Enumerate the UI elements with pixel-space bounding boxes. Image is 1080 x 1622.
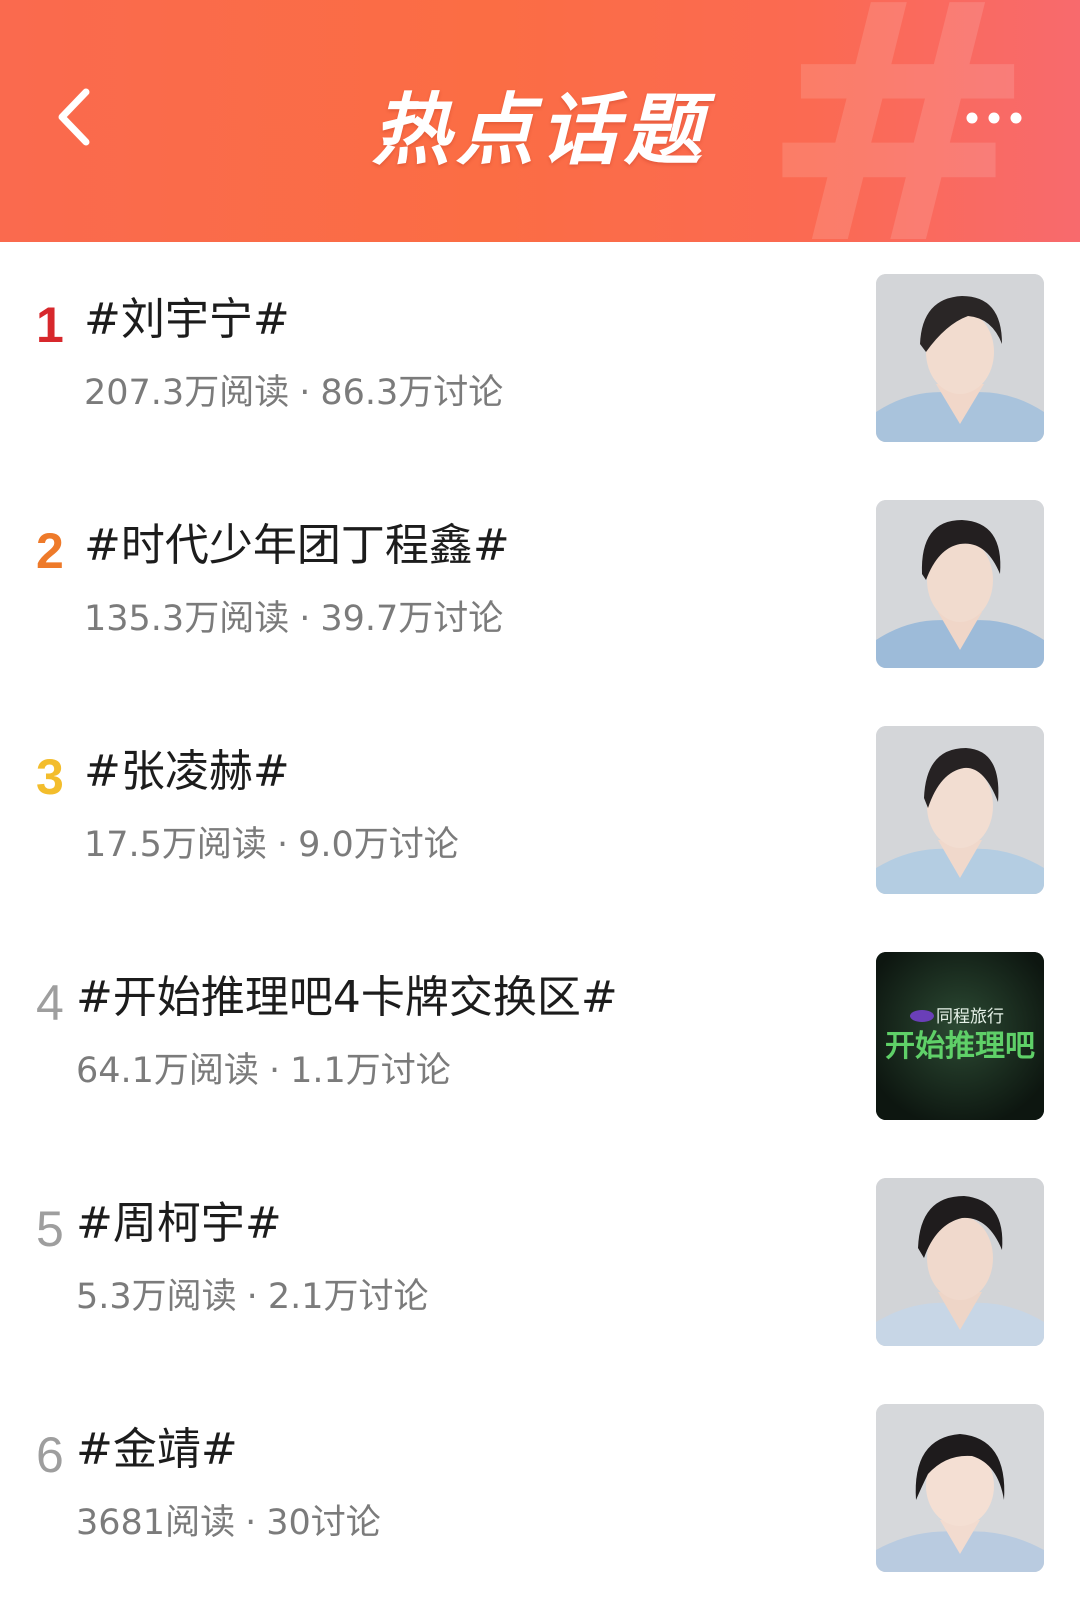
discussion-count: 9.0万讨论 [298,825,459,865]
topic-thumbnail[interactable] [876,726,1044,894]
list-item[interactable]: 6 #金靖# 3681阅读 · 30讨论 [0,1372,1080,1606]
list-item[interactable]: 3 #张凌赫# 17.5万阅读 · 9.0万讨论 [0,694,1080,928]
brand-logo-icon [910,1010,934,1022]
portrait-image [876,500,1044,668]
header-bar: # 热点话题 [0,0,1080,242]
rank-number: 1 [36,297,64,353]
portrait-image [876,1178,1044,1346]
rank-number: 6 [36,1427,64,1483]
topic-stats: 135.3万阅读 · 39.7万讨论 [84,600,503,639]
topic-title[interactable]: #金靖# [76,1425,238,1474]
read-count: 5.3万阅读 [76,1277,237,1317]
show-poster-image: 同程旅行 开始推理吧 [876,952,1044,1120]
separator: · [299,373,311,413]
show-title-text: 开始推理吧 [885,1029,1035,1064]
topic-stats: 17.5万阅读 · 9.0万讨论 [84,826,459,865]
portrait-image [876,726,1044,894]
read-count: 135.3万阅读 [84,599,290,639]
topic-stats: 64.1万阅读 · 1.1万讨论 [76,1052,451,1091]
more-horizontal-icon [966,112,1022,124]
list-item[interactable]: 5 #周柯宇# 5.3万阅读 · 2.1万讨论 [0,1146,1080,1380]
list-item[interactable]: 1 #刘宇宁# 207.3万阅读 · 86.3万讨论 [0,242,1080,476]
topic-thumbnail[interactable] [876,500,1044,668]
portrait-image [876,274,1044,442]
discussion-count: 1.1万讨论 [290,1051,451,1091]
separator: · [245,1503,257,1543]
topic-title[interactable]: #刘宇宁# [84,295,290,344]
read-count: 207.3万阅读 [84,373,290,413]
portrait-image [876,1404,1044,1572]
separator: · [276,825,289,865]
separator: · [299,599,311,639]
topic-title[interactable]: #开始推理吧4卡牌交换区# [76,973,618,1022]
topic-thumbnail[interactable] [876,1178,1044,1346]
topic-thumbnail[interactable] [876,274,1044,442]
topic-stats: 3681阅读 · 30讨论 [76,1504,381,1543]
more-button[interactable] [960,96,1040,140]
topic-title[interactable]: #周柯宇# [76,1199,282,1248]
read-count: 3681阅读 [76,1503,236,1543]
discussion-count: 2.1万讨论 [267,1277,429,1317]
topic-stats: 207.3万阅读 · 86.3万讨论 [84,374,503,413]
topic-title[interactable]: #张凌赫# [84,747,290,796]
rank-number: 4 [36,975,64,1031]
list-item[interactable]: 4 #开始推理吧4卡牌交换区# 64.1万阅读 · 1.1万讨论 同程旅行 开始推理… [0,920,1080,1154]
read-count: 64.1万阅读 [76,1051,259,1091]
rank-number: 5 [36,1201,64,1257]
page-title: 热点话题 [371,86,708,176]
topic-thumbnail[interactable]: 同程旅行 开始推理吧 [876,952,1044,1120]
discussion-count: 86.3万讨论 [320,373,504,413]
topic-stats: 5.3万阅读 · 2.1万讨论 [76,1278,428,1317]
list-item[interactable]: 2 #时代少年团丁程鑫# 135.3万阅读 · 39.7万讨论 [0,468,1080,702]
rank-number: 2 [36,523,64,579]
read-count: 17.5万阅读 [84,825,267,865]
separator: · [268,1051,281,1091]
topic-thumbnail[interactable] [876,1404,1044,1572]
rank-number: 3 [36,749,64,805]
discussion-count: 39.7万讨论 [320,599,504,639]
brand-text: 同程旅行 [936,1007,1004,1027]
topic-title[interactable]: #时代少年团丁程鑫# [84,521,510,570]
separator: · [246,1277,258,1317]
discussion-count: 30讨论 [266,1503,381,1543]
